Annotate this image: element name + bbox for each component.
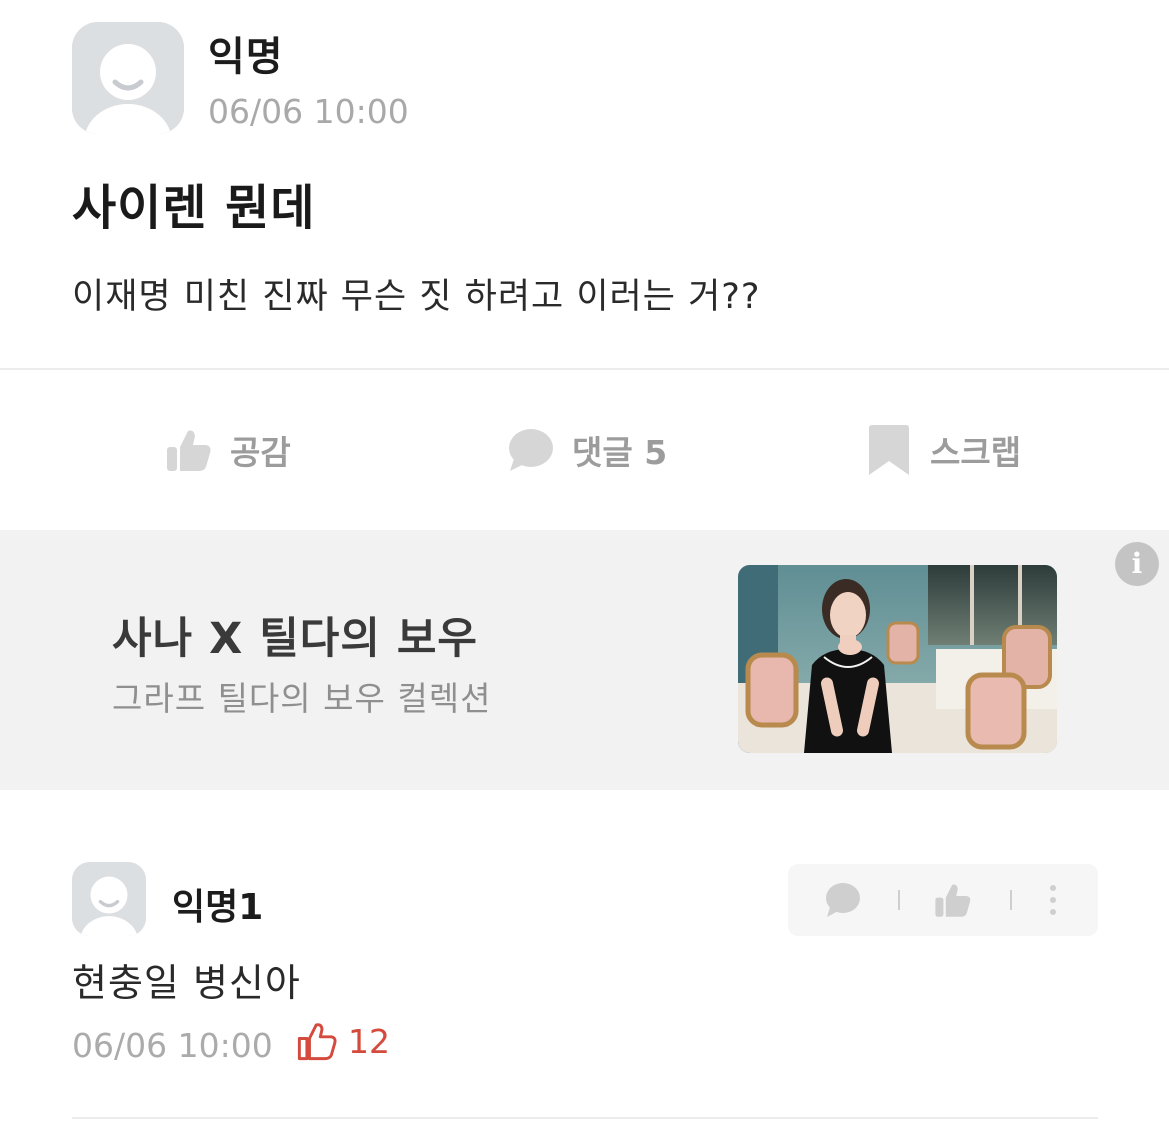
bookmark-icon: [869, 425, 909, 475]
separator: [1010, 890, 1012, 910]
thumbs-up-outline-icon: [297, 1023, 337, 1061]
thumbs-up-icon: [935, 884, 971, 917]
comment-action-bar: [788, 864, 1098, 936]
author-avatar: [72, 22, 184, 134]
ad-subtitle[interactable]: 그라프 틸다의 보우 컬렉션: [112, 672, 491, 720]
comment-like-button[interactable]: [918, 864, 988, 936]
post-body: 이재명 미친 진짜 무슨 짓 하려고 이러는 거??: [72, 277, 761, 317]
comment-text: 현충일 병신아: [72, 961, 301, 1005]
speech-bubble-icon: [826, 883, 860, 917]
separator: [898, 890, 900, 910]
speech-bubble-icon: [509, 429, 553, 471]
like-label: 공감: [230, 433, 291, 472]
ad-image[interactable]: [738, 565, 1057, 753]
thumbs-up-icon: [167, 430, 211, 471]
divider: [72, 1117, 1098, 1119]
ad-info-icon[interactable]: i: [1115, 542, 1159, 586]
comment-author: 익명1: [172, 887, 264, 928]
more-options-button[interactable]: [1028, 864, 1078, 936]
scrap-button[interactable]: 스크랩: [864, 420, 1021, 480]
ad-title[interactable]: 사나 X 틸다의 보우: [112, 604, 478, 666]
more-vertical-icon: [1050, 885, 1056, 915]
comment-count-label: 댓글 5: [572, 433, 668, 472]
divider: [0, 368, 1169, 370]
comment-timestamp: 06/06 10:00: [72, 1026, 273, 1065]
post-author: 익명: [208, 34, 284, 80]
scrap-label: 스크랩: [930, 433, 1022, 472]
like-button[interactable]: 공감: [164, 420, 291, 480]
default-avatar-icon: [72, 862, 146, 936]
comment-like-number: 12: [348, 1021, 390, 1061]
reply-button[interactable]: [808, 864, 878, 936]
commenter-avatar: [72, 862, 146, 936]
default-avatar-icon: [72, 22, 184, 134]
comment-like-count: 12: [296, 1020, 390, 1062]
comment-button[interactable]: 댓글 5: [506, 420, 667, 480]
ad-photo-image: [738, 565, 1057, 753]
post-timestamp: 06/06 10:00: [208, 92, 409, 131]
post-title: 사이렌 뭔데: [72, 180, 316, 236]
